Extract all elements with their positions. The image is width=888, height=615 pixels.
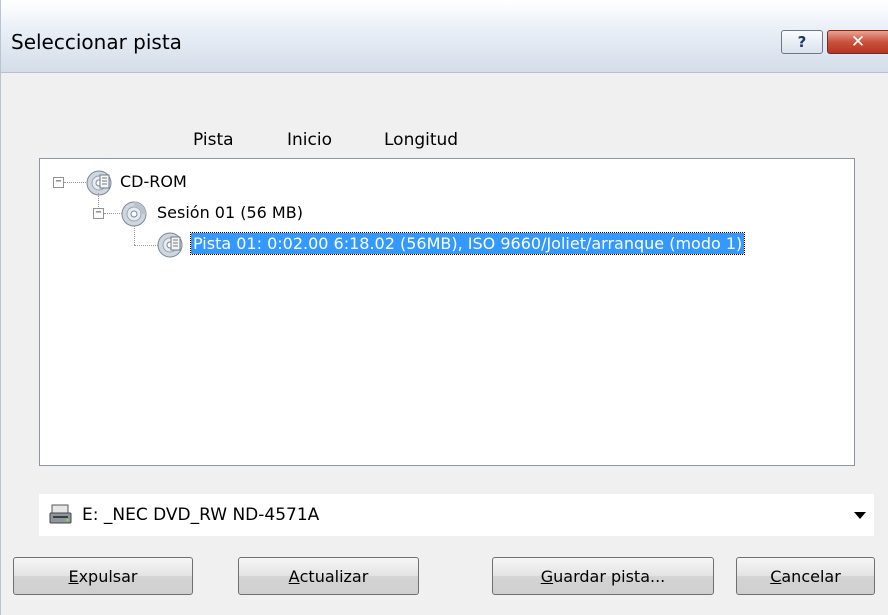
refresh-accel: A (288, 566, 300, 586)
select-track-dialog: Seleccionar pista ? ✕ Pista Inicio Longi… (0, 0, 888, 615)
save-accel: G (540, 566, 554, 586)
refresh-button[interactable]: Actualizar (238, 557, 419, 595)
root-expander[interactable]: − (53, 177, 64, 188)
refresh-label: ctualizar (299, 566, 369, 586)
session-expander[interactable]: − (93, 208, 104, 219)
close-icon: ✕ (850, 32, 866, 52)
tree-line (134, 245, 158, 246)
eject-accel: E (68, 566, 79, 586)
save-label: uardar pista... (553, 566, 666, 586)
column-header-length: Longitud (384, 130, 459, 150)
drive-selected-value: E: _NEC DVD_RW ND-4571A (82, 505, 320, 525)
track-tree[interactable]: − CD-ROM − Sesión 01 (56 MB) Pista 01: 0… (39, 158, 855, 466)
tree-node-cdrom[interactable]: CD-ROM (120, 172, 187, 191)
drive-icon (49, 504, 72, 524)
column-header-start: Inicio (287, 130, 332, 150)
cdrom-icon (86, 170, 112, 196)
cancel-button[interactable]: Cancelar (736, 557, 875, 595)
dropdown-arrow-icon[interactable] (854, 512, 866, 519)
disc-icon (121, 201, 147, 227)
help-button[interactable]: ? (781, 30, 823, 54)
drive-select[interactable]: E: _NEC DVD_RW ND-4571A (39, 494, 874, 536)
tree-line (134, 225, 135, 245)
window-title: Seleccionar pista (11, 30, 182, 54)
cancel-accel: C (770, 566, 782, 586)
save-track-button[interactable]: Guardar pista... (492, 557, 714, 595)
close-button[interactable]: ✕ (827, 30, 888, 54)
help-icon: ? (797, 33, 807, 51)
eject-button[interactable]: Expulsar (13, 557, 193, 595)
tree-line (64, 182, 86, 183)
title-bar: Seleccionar pista ? ✕ (1, 0, 888, 73)
cancel-label: ancelar (781, 566, 841, 586)
eject-label: xpulsar (78, 566, 138, 586)
track-icon (157, 232, 183, 258)
tree-node-track-01[interactable]: Pista 01: 0:02.00 6:18.02 (56MB), ISO 96… (189, 232, 746, 255)
tree-node-session[interactable]: Sesión 01 (56 MB) (157, 203, 303, 222)
column-header-track: Pista (193, 130, 234, 150)
